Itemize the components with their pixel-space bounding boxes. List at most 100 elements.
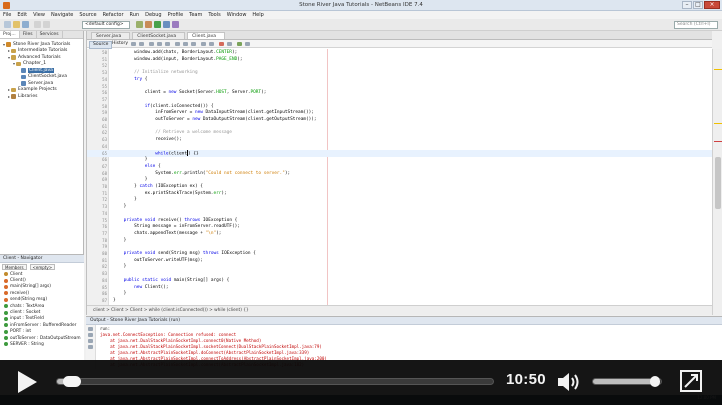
projects-tabs: Proj... Files Services [0,31,83,39]
warning-marker[interactable] [714,123,722,124]
clean-build-icon[interactable] [145,21,152,28]
tree-item[interactable]: ▸ Libraries [0,93,83,100]
member-label: client : Socket [10,310,41,316]
tree-item-label: Chapter_1 [23,61,47,67]
error-marker[interactable] [714,141,722,142]
profile-icon[interactable] [172,21,179,28]
navigator-title: Client - Navigator [0,255,84,263]
back-icon[interactable] [131,42,136,46]
navigator-member[interactable]: inFromServer : BufferedReader [0,322,84,328]
menu-item-file[interactable]: File [3,11,11,19]
debug-icon[interactable] [163,21,170,28]
rerun-icon[interactable] [88,327,93,331]
code-text: } [113,297,116,303]
fullscreen-icon[interactable] [680,370,702,392]
window-titlebar: Stone River Java Tutorials - NetBeans ID… [0,0,722,11]
member-icon [4,316,8,321]
close-button[interactable]: × [704,1,720,9]
record-macro-icon[interactable] [219,42,224,46]
stop-macro-icon[interactable] [227,42,232,46]
menu-item-tools[interactable]: Tools [208,11,220,19]
navigator-members: Client Client() main(String[] args) receive… [0,271,84,348]
editor-tab-server-java[interactable]: Server.java [91,32,131,39]
maximize-button[interactable]: □ [693,1,703,9]
search-input[interactable]: Search (Ctrl+I) [674,21,718,29]
code-check-icon[interactable] [237,42,242,46]
volume-icon[interactable] [556,370,582,394]
menu-item-view[interactable]: View [33,11,45,19]
scrollbar-thumb[interactable] [715,157,721,209]
playback-time: 10:50 [506,371,546,388]
menu-item-edit[interactable]: Edit [17,11,27,19]
find-previous-icon[interactable] [157,42,162,46]
tab-services[interactable]: Services [37,31,63,38]
member-label: input : TextField [10,316,44,322]
stop-icon[interactable] [88,333,93,337]
forward-icon[interactable] [139,42,144,46]
navigator-members-select[interactable]: Members [2,264,27,270]
code-line[interactable]: 87} [87,297,713,305]
member-label: outToServer : DataOutputStream [10,335,81,341]
tree-item-label: Stone River Java Tutorials [13,41,71,47]
menu-item-team[interactable]: Team [189,11,202,19]
minimize-button[interactable]: – [682,1,692,9]
run-icon[interactable] [154,21,161,28]
save-all-icon[interactable] [22,21,29,28]
editor-breadcrumb[interactable]: client > Client > Client > while (client… [87,305,713,315]
diff-icon[interactable] [245,42,250,46]
project-tree: ▾ Stone River Java Tutorials ▸ Intermediate… [0,39,83,102]
undo-icon[interactable] [34,21,41,28]
toggle-bookmark-icon[interactable] [175,42,180,46]
clear-icon[interactable] [88,345,93,349]
menu-item-window[interactable]: Window [227,11,247,19]
new-project-icon[interactable] [4,21,11,28]
shift-right-icon[interactable] [191,42,196,46]
seek-bar[interactable] [56,378,494,385]
volume-handle[interactable] [650,376,660,387]
navigator-member[interactable]: SERVER : String [0,341,84,347]
play-icon[interactable] [18,371,37,393]
folder-icon [21,81,26,86]
member-icon [4,297,8,302]
find-icon[interactable] [149,42,154,46]
folder-icon [21,74,26,79]
member-label: Client [10,271,23,277]
editor-tab-client-java[interactable]: Client.java [187,32,226,39]
menu-item-navigate[interactable]: Navigate [51,11,73,19]
warning-marker[interactable] [714,69,722,70]
folder-icon [21,68,26,73]
editor-scrollbar[interactable] [712,49,722,315]
menu-item-run[interactable]: Run [130,11,140,19]
member-icon [4,278,8,283]
member-label: send(String msg) [10,297,48,303]
history-mode-button[interactable]: History [109,40,131,48]
menu-item-debug[interactable]: Debug [145,11,161,19]
wrap-icon[interactable] [88,339,93,343]
menu-item-source[interactable]: Source [79,11,96,19]
open-project-icon[interactable] [13,21,20,28]
editor-tab-clientsocket-java[interactable]: ClientSocket.java [132,32,186,39]
member-label: PORT : int [10,329,32,335]
member-icon [4,342,8,347]
menu-item-profile[interactable]: Profile [168,11,184,19]
member-label: chats : TextArea [10,303,45,309]
find-next-icon[interactable] [165,42,170,46]
navigator-member[interactable]: outToServer : DataOutputStream [0,335,84,341]
code-area[interactable]: 50 window.add(chats, BorderLayout.CENTER… [87,49,713,305]
seek-handle[interactable] [62,376,81,387]
member-label: inFromServer : BufferedReader [10,322,77,328]
shift-left-icon[interactable] [183,42,188,46]
redo-icon[interactable] [43,21,50,28]
uncomment-icon[interactable] [209,42,214,46]
menu-item-refactor[interactable]: Refactor [103,11,124,19]
member-icon [4,284,8,289]
comment-icon[interactable] [201,42,206,46]
tree-item-label: Client.java [28,67,54,73]
tab-proj[interactable]: Proj... [0,31,20,38]
tab-files[interactable]: Files [20,31,37,38]
menu-item-help[interactable]: Help [252,11,263,19]
member-icon [4,310,8,315]
config-select[interactable]: <default config> [82,21,130,29]
build-icon[interactable] [136,21,143,28]
navigator-scope-select[interactable]: <empty> [29,264,56,270]
